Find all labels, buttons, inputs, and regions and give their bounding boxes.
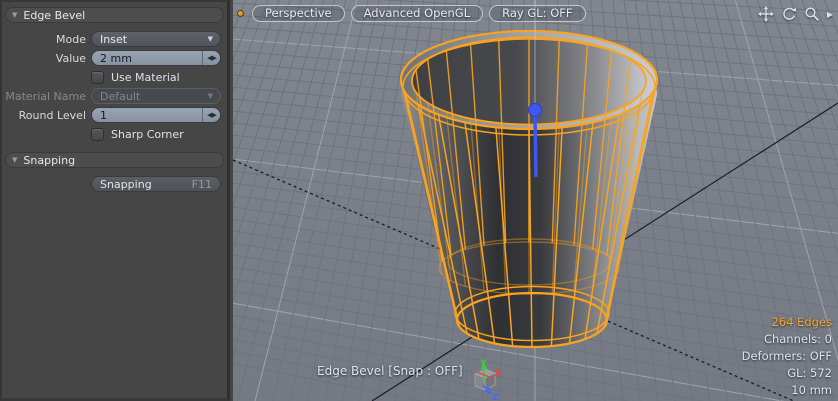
tool-properties-panel: ▼ Edge Bevel Mode Inset ▼ Value 2 mm ◀▶ … [0,0,230,401]
viewport-stats: 264 Edges Channels: 0 Deformers: OFF GL:… [742,314,832,399]
active-tool-status: Edge Bevel [Snap : OFF] [317,364,463,378]
gizmo-y-label: Y [479,359,487,369]
stepper-icon[interactable]: ◀▶ [202,51,220,65]
section-title: Snapping [23,154,75,167]
round-level-row: Round Level 1 ◀▶ [2,107,227,123]
rotate-icon[interactable] [781,6,797,22]
use-material-row: Use Material [2,69,227,85]
material-name-row: Material Name Default ▼ [2,88,227,104]
value-text: 2 mm [92,52,132,65]
shading-mode-button[interactable]: Advanced OpenGL [351,5,484,22]
section-header-edge-bevel[interactable]: ▼ Edge Bevel [5,7,224,23]
modo-window: ▼ Edge Bevel Mode Inset ▼ Value 2 mm ◀▶ … [0,0,838,401]
section-header-snapping[interactable]: ▼ Snapping [5,152,224,168]
gizmo-x-label: X [494,369,501,379]
stat-deformers: Deformers: OFF [742,348,832,365]
snapping-shortcut: F11 [192,178,212,191]
collapse-arrow-icon[interactable]: ▼ [12,157,17,164]
value-field[interactable]: 2 mm ◀▶ [91,50,221,66]
sharp-corner-checkbox[interactable] [91,128,104,141]
pan-icon[interactable] [758,6,774,22]
view-mode-button[interactable]: Perspective [252,5,345,22]
sharp-corner-label: Sharp Corner [111,128,184,141]
round-level-field[interactable]: 1 ◀▶ [91,107,221,123]
axis-gizmo: Y X Z [475,359,501,401]
value-label: Value [2,52,91,65]
collapse-arrow-icon[interactable]: ▼ [12,12,17,19]
material-name-value: Default [100,90,140,103]
snapping-button-label: Snapping [100,178,152,191]
round-level-label: Round Level [2,109,91,122]
use-material-label: Use Material [111,71,180,84]
3d-viewport[interactable]: Y X Z Perspective Advanced OpenGL Ray GL… [233,0,838,401]
snapping-row: Snapping F11 [2,176,227,192]
viewport-nav-tools: ▶ [758,6,833,22]
viewport-options-dot[interactable] [237,10,244,17]
mesh-cup[interactable] [401,0,657,347]
gizmo-z-label: Z [492,393,499,401]
value-row: Value 2 mm ◀▶ [2,50,227,66]
stat-channels: Channels: 0 [742,331,832,348]
mode-row: Mode Inset ▼ [2,31,227,47]
snapping-button[interactable]: Snapping F11 [91,176,221,192]
mode-label: Mode [2,33,91,46]
mode-value: Inset [100,33,127,46]
ray-gl-button[interactable]: Ray GL: OFF [489,5,585,22]
zoom-icon[interactable] [804,6,820,22]
material-name-label: Material Name [2,90,91,103]
viewport-toolbar: Perspective Advanced OpenGL Ray GL: OFF [237,5,586,22]
stat-edges: 264 Edges [742,314,832,331]
mode-dropdown[interactable]: Inset ▼ [91,31,221,47]
flyout-arrow-icon[interactable]: ▶ [827,10,833,19]
chevron-down-icon: ▼ [208,92,213,100]
section-title: Edge Bevel [23,9,85,22]
material-name-dropdown: Default ▼ [91,88,221,104]
stat-grid-scale: 10 mm [742,382,832,399]
chevron-down-icon: ▼ [208,35,213,43]
use-material-checkbox[interactable] [91,71,104,84]
sharp-corner-row: Sharp Corner [2,126,227,142]
stepper-icon[interactable]: ◀▶ [202,108,220,122]
round-level-text: 1 [92,109,107,122]
stat-gl: GL: 572 [742,365,832,382]
